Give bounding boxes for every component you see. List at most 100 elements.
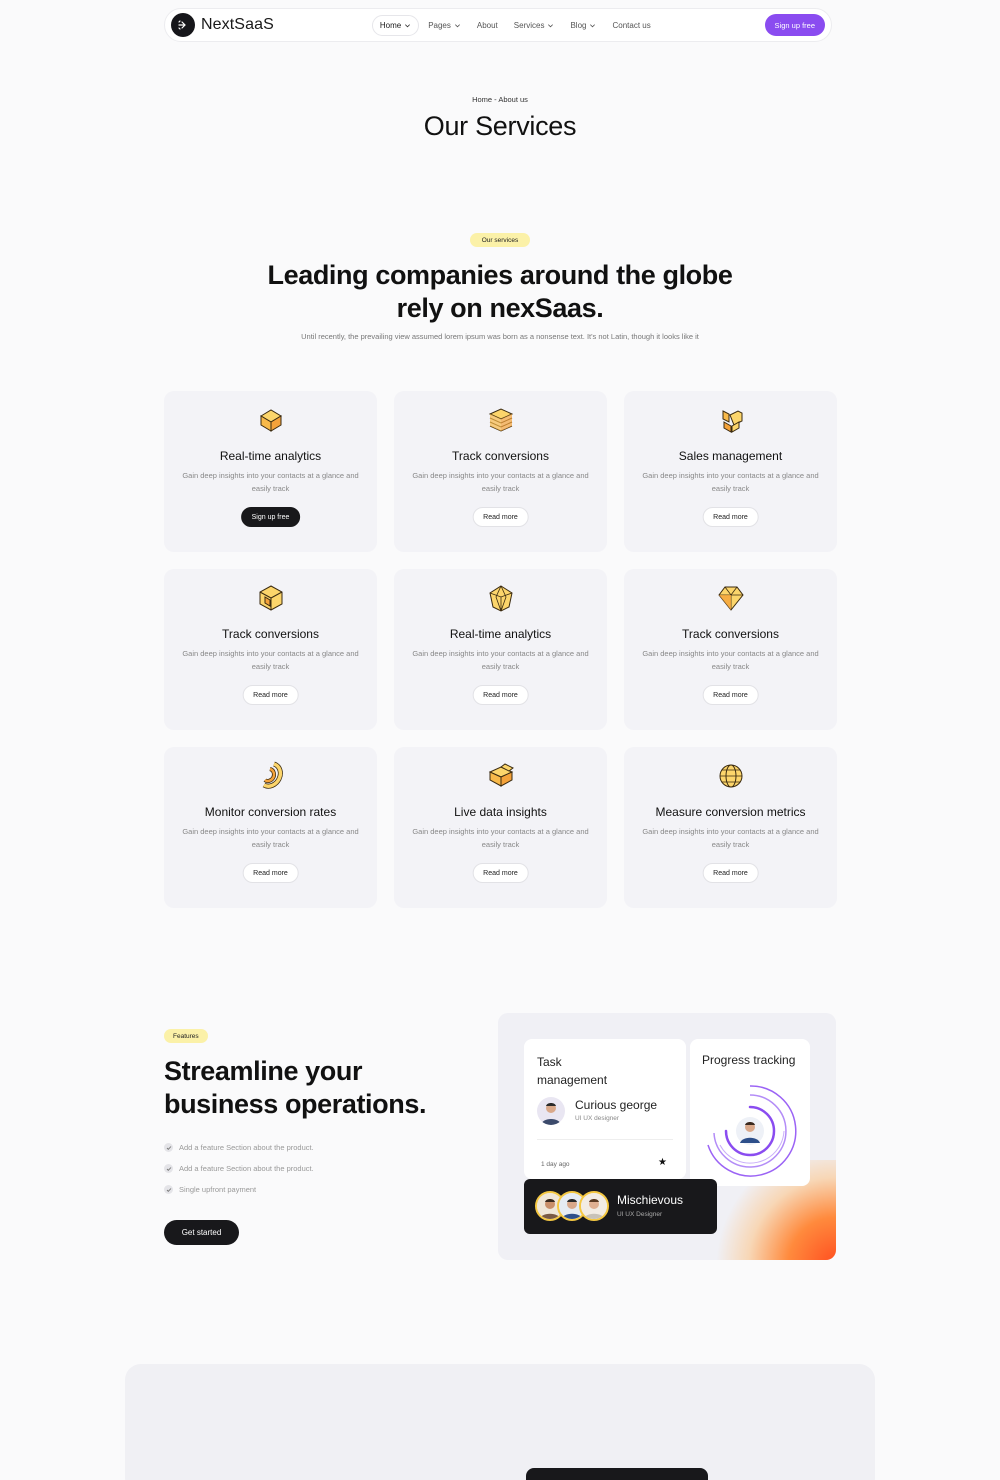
service-card: Track conversions Gain deep insights int… — [394, 391, 607, 552]
feature-item: Add a feature Section about the product. — [164, 1137, 314, 1158]
card-title: Track conversions — [452, 449, 549, 463]
card-description: Gain deep insights into your contacts at… — [182, 649, 359, 671]
read-more-button[interactable]: Read more — [472, 685, 529, 705]
navbar: NextSaaS Home Pages About Services Blog … — [164, 8, 832, 42]
task-user-name: Curious george — [575, 1098, 658, 1112]
star-icon[interactable]: ★ — [658, 1157, 667, 1168]
nav-item-about[interactable]: About — [470, 16, 505, 35]
chevron-down-icon — [454, 23, 460, 27]
nav-label: Home — [379, 20, 402, 30]
service-card: Monitor conversion rates Gain deep insig… — [164, 747, 377, 908]
nav-label: Contact us — [612, 20, 651, 30]
next-section-button[interactable] — [526, 1468, 708, 1480]
service-card: Measure conversion metrics Gain deep ins… — [624, 747, 837, 908]
blocks-icon — [722, 410, 742, 433]
progress-card-title: Progress tracking — [702, 1053, 796, 1067]
task-card-title: Task management — [537, 1055, 608, 1087]
nav-label: Blog — [570, 20, 587, 30]
services-heading: Leading companies around the globe rely … — [267, 260, 733, 323]
page-title: Our Services — [423, 111, 577, 141]
nav-item-contact[interactable]: Contact us — [605, 16, 657, 35]
stack-icon — [488, 408, 513, 432]
main-nav: Home Pages About Services Blog Contact u… — [371, 14, 658, 36]
card-title: Track conversions — [682, 627, 779, 641]
nav-label: About — [476, 20, 498, 30]
read-more-button[interactable]: Read more — [472, 863, 529, 883]
task-timestamp: 1 day ago — [541, 1161, 570, 1168]
card-title: Monitor conversion rates — [204, 805, 337, 819]
team-card: Mischievous UI UX Designer — [524, 1179, 717, 1234]
card-description: Gain deep insights into your contacts at… — [182, 471, 359, 493]
progress-card: Progress tracking — [690, 1039, 810, 1186]
brand-logo[interactable]: NextSaaS — [171, 13, 274, 37]
check-icon — [164, 1143, 173, 1152]
task-user-role: UI UX designer — [575, 1115, 620, 1122]
services-grid: Real-time analytics Gain deep insights i… — [164, 391, 837, 908]
read-more-button[interactable]: Read more — [472, 507, 529, 527]
card-description: Gain deep insights into your contacts at… — [412, 649, 589, 671]
card-title: Track conversions — [222, 627, 319, 641]
card-description: Gain deep insights into your contacts at… — [182, 827, 359, 849]
task-card: Task management Curious george UI UX des… — [524, 1039, 686, 1179]
card-title: Measure conversion metrics — [655, 805, 806, 819]
spiral-icon — [262, 761, 283, 789]
cube-icon — [259, 585, 282, 611]
nav-item-blog[interactable]: Blog — [563, 16, 603, 35]
service-card: Track conversions Gain deep insights int… — [624, 569, 837, 730]
avatar — [579, 1191, 609, 1221]
card-description: Gain deep insights into your contacts at… — [412, 471, 589, 493]
feature-text: Single upfront payment — [179, 1185, 257, 1194]
features-heading: Streamline your business operations. — [164, 1056, 427, 1119]
chevron-down-icon — [548, 23, 554, 27]
feature-item: Add a feature Section about the product. — [164, 1158, 314, 1179]
service-card: Real-time analytics Gain deep insights i… — [394, 569, 607, 730]
read-more-button[interactable]: Read more — [242, 685, 299, 705]
globe-icon — [719, 764, 742, 788]
nav-item-pages[interactable]: Pages — [421, 16, 468, 35]
card-title: Real-time analytics — [449, 627, 552, 641]
feature-text: Add a feature Section about the product. — [179, 1143, 314, 1152]
feature-text: Add a feature Section about the product. — [179, 1164, 314, 1173]
progress-rings — [707, 1085, 797, 1177]
service-card: Track conversions Gain deep insights int… — [164, 569, 377, 730]
box-icon — [259, 409, 282, 432]
nav-item-home[interactable]: Home — [371, 14, 420, 36]
check-icon — [164, 1164, 173, 1173]
nav-label: Services — [513, 20, 545, 30]
features-badge: Features — [164, 1029, 208, 1043]
chevron-down-icon — [590, 23, 596, 27]
check-icon — [164, 1185, 173, 1194]
get-started-button[interactable]: Get started — [164, 1220, 239, 1245]
avatar — [537, 1097, 565, 1125]
team-name: Mischievous — [617, 1193, 684, 1207]
team-role: UI UX Designer — [617, 1211, 663, 1218]
card-description: Gain deep insights into your contacts at… — [642, 827, 819, 849]
logo-icon — [171, 13, 195, 37]
feature-list: Add a feature Section about the product.… — [164, 1137, 314, 1200]
read-more-button[interactable]: Read more — [702, 685, 759, 705]
gem-icon — [717, 586, 744, 611]
feature-preview-panel: Task management Curious george UI UX des… — [498, 1013, 836, 1260]
next-section-panel — [125, 1364, 875, 1480]
read-more-button[interactable]: Read more — [702, 863, 759, 883]
breadcrumb: Home - About us — [472, 95, 528, 104]
services-subtext: Until recently, the prevailing view assu… — [301, 332, 699, 341]
read-more-button[interactable]: Read more — [702, 507, 759, 527]
service-card: Live data insights Gain deep insights in… — [394, 747, 607, 908]
card-title: Live data insights — [454, 805, 547, 819]
nav-item-services[interactable]: Services — [507, 16, 562, 35]
divider — [537, 1139, 673, 1140]
service-card: Real-time analytics Gain deep insights i… — [164, 391, 377, 552]
services-badge: Our services — [470, 233, 530, 247]
card-title: Sales management — [678, 449, 783, 463]
signup-button[interactable]: Sign up free — [764, 14, 825, 36]
card-title: Real-time analytics — [219, 449, 322, 463]
nav-label: Pages — [428, 20, 451, 30]
card-description: Gain deep insights into your contacts at… — [412, 827, 589, 849]
brand-name: NextSaaS — [201, 16, 274, 33]
read-more-button[interactable]: Read more — [242, 863, 299, 883]
card-signup-button[interactable]: Sign up free — [240, 507, 301, 527]
polyhedron-icon — [488, 585, 513, 612]
chevron-down-icon — [405, 23, 411, 27]
open-box-icon — [488, 763, 514, 787]
